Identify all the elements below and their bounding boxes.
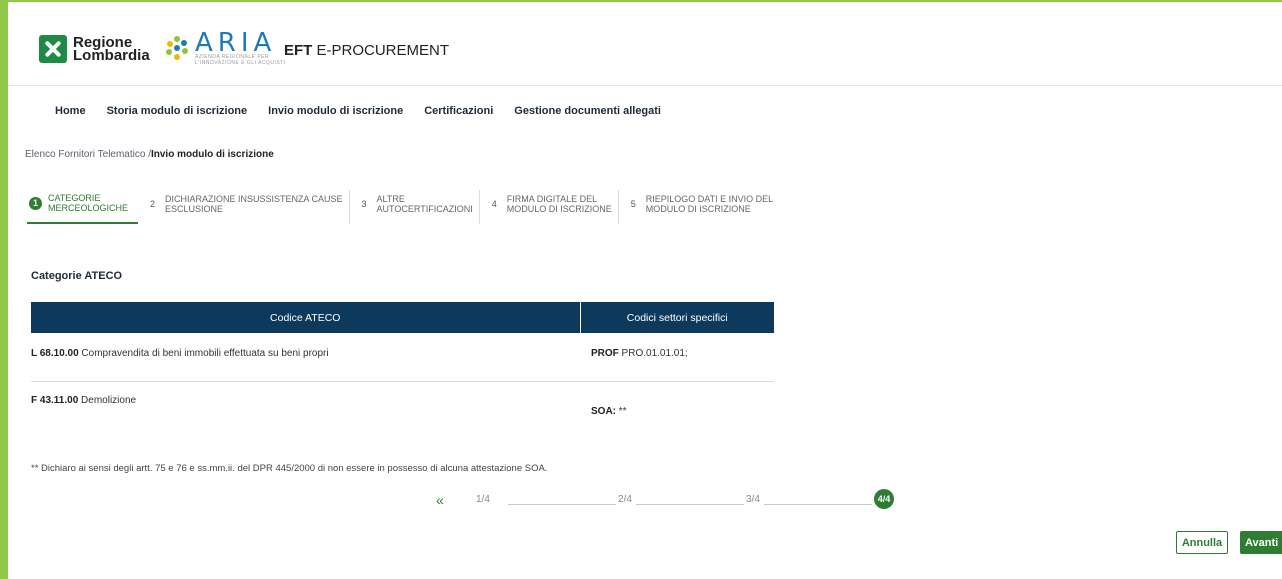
step-label-line1: FIRMA DIGITALE DEL [506,194,598,204]
wizard-stepper: 1 CATEGORIE MERCEOLOGICHE 2 DICHIARAZION… [27,190,785,224]
step-categorie-merceologiche[interactable]: 1 CATEGORIE MERCEOLOGICHE [27,190,139,224]
step-altre-autocertificazioni[interactable]: 3 ALTRE AUTOCERTIFICAZIONI [356,190,480,224]
step-number: 2 [150,198,156,209]
step-label-line1: CATEGORIE [48,193,101,203]
nav-gestione-documenti[interactable]: Gestione documenti allegati [514,105,661,117]
breadcrumb-current: Invio modulo di iscrizione [150,149,274,160]
nav-storia-modulo[interactable]: Storia modulo di iscrizione [107,105,248,117]
ateco-code: F 43.11.00 [31,394,79,406]
step-label-line1: RIEPILOGO DATI E INVIO DEL [645,194,774,204]
sector-label: SOA: [591,405,616,417]
nav-certificazioni[interactable]: Certificazioni [424,105,493,117]
nav-home[interactable]: Home [55,105,86,117]
step-number: 3 [361,198,367,209]
pagination: « 1/4 2/4 3/4 4/4 [436,487,896,513]
sector-value: ** [616,405,627,417]
step-label-line2: MODULO DI ISCRIZIONE [645,204,751,214]
soa-footnote: ** Dichiaro ai sensi degli artt. 75 e 76… [31,463,548,474]
region-logo-line2: Lombardia [73,47,150,64]
app-title-rest: E-PROCUREMENT [312,42,450,59]
step-label-line2: MERCEOLOGICHE [48,203,129,213]
aria-logo-word: ARIA [195,28,277,58]
step-riepilogo[interactable]: 5 RIEPILOGO DATI E INVIO DEL MODULO DI I… [625,190,779,224]
step-label-line2: ESCLUSIONE [165,204,224,214]
next-button[interactable]: Avanti [1240,531,1282,554]
step-number: 4 [491,198,497,209]
main-nav: Home Storia modulo di iscrizione Invio m… [55,105,682,117]
app-title-bold: EFT [284,42,313,59]
table-header-row: Codice ATECO Codici settori specifici [31,302,774,333]
step-label-line2: AUTOCERTIFICAZIONI [376,204,473,214]
sector-value: PRO.01.01.01; [618,348,688,359]
breadcrumb: Elenco Fornitori Telematico /Invio modul… [25,149,274,160]
step-firma-digitale[interactable]: 4 FIRMA DIGITALE DEL MODULO DI ISCRIZION… [486,190,619,224]
ateco-cell: L 68.10.00 Compravendita di beni immobil… [31,333,580,382]
app-header: Regione Lombardia ARIA AZIENDA REGIONALE… [8,2,1282,86]
pagination-connector [764,504,872,505]
step-number: 1 [29,196,42,210]
aria-logo-sub2: L'INNOVAZIONE E GLI ACQUISTI [195,60,286,66]
pagination-connector [508,504,616,505]
pagination-connector [636,504,744,505]
step-label-line1: ALTRE [376,194,405,204]
pagination-current-page[interactable]: 4/4 [874,489,894,509]
breadcrumb-parent[interactable]: Elenco Fornitori Telematico / [25,149,151,160]
pagination-page-3[interactable]: 3/4 [746,494,760,505]
aria-dots-icon [165,36,189,62]
table-row: L 68.10.00 Compravendita di beni immobil… [31,333,774,382]
section-title: Categorie ATECO [31,270,123,282]
cancel-button[interactable]: Annulla [1176,531,1228,554]
ateco-code: L 68.10.00 [31,348,79,359]
column-header-codice-ateco: Codice ATECO [31,302,581,333]
step-label-line1: DICHIARAZIONE INSUSSISTENZA CAUSE [165,194,343,204]
column-header-codici-settori: Codici settori specifici [580,302,774,333]
ateco-description: Demolizione [78,394,137,406]
nav-invio-modulo[interactable]: Invio modulo di iscrizione [268,105,403,117]
regione-lombardia-logo[interactable]: Regione Lombardia [39,35,150,63]
pagination-page-1[interactable]: 1/4 [476,494,490,505]
step-dichiarazione[interactable]: 2 DICHIARAZIONE INSUSSISTENZA CAUSE ESCL… [144,190,350,224]
step-number: 5 [630,198,636,209]
step-label-line2: MODULO DI ISCRIZIONE [506,204,612,214]
regione-lombardia-mark-icon [39,35,67,63]
ateco-description: Compravendita di beni immobili effettuat… [78,348,329,359]
ateco-cell: F 43.11.00 Demolizione [31,381,580,439]
ateco-table: Codice ATECO Codici settori specifici L … [31,302,774,439]
sector-label: PROF [591,348,619,359]
pagination-prev-button[interactable]: « [436,492,444,508]
sector-cell: PROF PRO.01.01.01; [580,333,774,382]
sector-cell: SOA: ** [580,381,774,439]
table-row: F 43.11.00 Demolizione SOA: ** [31,381,774,439]
app-title: EFT E-PROCUREMENT [284,42,449,59]
aria-logo[interactable]: ARIA AZIENDA REGIONALE PER L'INNOVAZIONE… [165,28,286,66]
pagination-page-2[interactable]: 2/4 [618,494,632,505]
